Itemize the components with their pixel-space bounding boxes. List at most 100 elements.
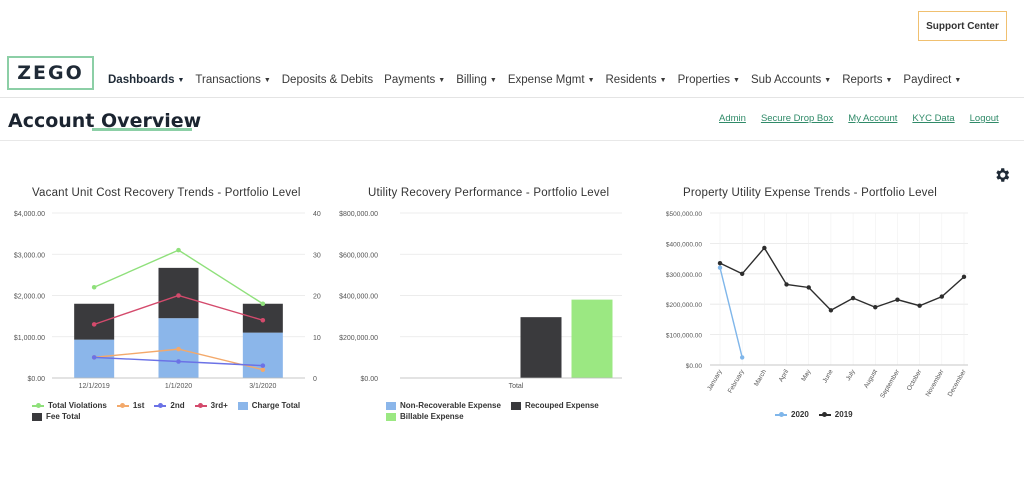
caret-down-icon: ▼ (438, 76, 446, 84)
nav-item-residents[interactable]: Residents ▼ (606, 74, 667, 86)
caret-down-icon: ▼ (733, 76, 740, 84)
y-tick-label: $3,000.00 (14, 252, 45, 259)
chart1-title: Vacant Unit Cost Recovery Trends - Portf… (32, 187, 301, 199)
legend-billable[interactable]: Billable Expense (386, 412, 464, 421)
link-secure-drop-box[interactable]: Secure Drop Box (761, 113, 833, 124)
legend-recouped[interactable]: Recouped Expense (510, 401, 599, 410)
y-tick-label: $600,000.00 (339, 252, 378, 259)
legend-total-violations[interactable]: Total Violations (32, 401, 107, 410)
caret-down-icon: ▼ (177, 76, 185, 84)
legend-2019[interactable]: 2019 (818, 410, 853, 419)
link-my-account[interactable]: My Account (848, 113, 897, 124)
y2-tick-label: 30 (313, 252, 321, 259)
nav-item-label: Residents (605, 74, 657, 86)
link-admin[interactable]: Admin (719, 113, 746, 124)
x-tick-label: April (778, 368, 791, 383)
caret-down-icon: ▼ (263, 76, 271, 84)
nav-item-transactions[interactable]: Transactions ▼ (195, 74, 270, 86)
x-tick-label: 12/1/2019 (79, 383, 110, 390)
link-logout[interactable]: Logout (970, 113, 999, 124)
y-tick-label: $300,000.00 (666, 272, 703, 279)
data-point (895, 297, 900, 302)
data-point (739, 355, 745, 360)
x-tick-label: May (800, 368, 813, 383)
data-point (739, 271, 745, 276)
caret-down-icon: ▼ (824, 76, 832, 84)
nav-item-paydirect[interactable]: Paydirect ▼ (903, 74, 961, 86)
series-line-2020 (719, 267, 743, 358)
header-divider (0, 140, 1024, 141)
link-kyc-data[interactable]: KYC Data (912, 113, 954, 124)
legend-3rd-plus[interactable]: 3rd+ (194, 401, 228, 410)
data-point (762, 245, 767, 251)
caret-down-icon: ▼ (885, 76, 893, 84)
zego-logo[interactable]: ZEGO (7, 56, 94, 90)
data-point (91, 322, 97, 327)
nav-item-dashboards[interactable]: Dashboards ▼ (108, 74, 184, 86)
data-point (806, 285, 811, 290)
data-point (260, 367, 266, 373)
x-tick-label: January (706, 368, 724, 392)
x-tick-label: 1/1/2020 (165, 383, 192, 390)
x-tick-label: October (906, 368, 924, 392)
bar-billable-expense (571, 299, 613, 378)
nav-item-label: Expense Mgmt (507, 74, 585, 86)
data-point (717, 265, 723, 270)
nav-item-billing[interactable]: Billing ▼ (456, 74, 497, 86)
chart2-title: Utility Recovery Performance - Portfolio… (368, 187, 610, 199)
nav-item-expense-mgmt[interactable]: Expense Mgmt ▼ (508, 74, 595, 86)
chart3-legend: 2020 2019 (775, 410, 863, 421)
legend-1st[interactable]: 1st (116, 401, 144, 410)
nav-item-label: Reports (842, 74, 883, 86)
utility-expense-chart: $0.00 $100,000.00 $200,000.00 $300,000.00 $4… (666, 211, 968, 400)
legend-fee-total[interactable]: Fee Total (32, 412, 81, 421)
nav-item-label: Billing (456, 74, 487, 86)
data-point (784, 282, 789, 287)
y2-tick-label: 20 (313, 294, 321, 301)
data-point (850, 295, 856, 301)
caret-down-icon: ▼ (954, 76, 962, 84)
legend-charge-total[interactable]: Charge Total (237, 401, 300, 410)
nav-item-label: Paydirect (903, 74, 952, 86)
series-line-2019 (719, 246, 965, 312)
legend-non-recoverable[interactable]: Non-Recoverable Expense (386, 401, 501, 410)
chart1-legend: Total Violations 1st 2nd 3rd+ Charge Tot… (32, 401, 310, 423)
data-point (961, 274, 967, 280)
y-tick-label: $400,000.00 (339, 294, 378, 301)
data-point (260, 317, 266, 323)
main-nav: Dashboards ▼ Transactions ▼ Deposits & Debit… (108, 74, 972, 86)
nav-divider (0, 97, 1024, 98)
nav-item-label: Payments (384, 74, 436, 86)
data-point (260, 301, 266, 307)
data-point (176, 346, 181, 352)
y-tick-label: $0.00 (360, 376, 378, 383)
nav-item-reports[interactable]: Reports ▼ (842, 74, 892, 86)
chart2-legend: Non-Recoverable Expense Recouped Expense… (386, 401, 609, 423)
gear-icon[interactable] (993, 166, 1011, 184)
bar-fee-total (74, 303, 115, 340)
account-links: Admin Secure Drop Box My Account KYC Data Lo… (719, 113, 1014, 124)
legend-2020[interactable]: 2020 (775, 410, 809, 419)
data-point (176, 247, 181, 253)
y-tick-label: $1,000.00 (14, 335, 45, 342)
data-point (260, 363, 266, 368)
data-point (939, 294, 945, 299)
legend-2nd[interactable]: 2nd (154, 401, 185, 410)
nav-item-payments[interactable]: Payments ▼ (384, 74, 445, 86)
bar-fee-total (158, 267, 199, 319)
y-tick-label: $500,000.00 (666, 211, 703, 218)
data-point (828, 308, 834, 313)
data-point (176, 359, 181, 364)
nav-item-properties[interactable]: Properties ▼ (678, 74, 740, 86)
data-point (91, 284, 97, 290)
nav-item-sub-accounts[interactable]: Sub Accounts ▼ (751, 74, 831, 86)
x-tick-label: Total (509, 383, 524, 390)
caret-down-icon: ▼ (489, 76, 497, 84)
utility-recovery-chart: $0.00 $200,000.00 $400,000.00 $600,000.00 $8… (339, 211, 622, 390)
nav-item-label: Dashboards (108, 74, 175, 86)
nav-item-deposits-debits[interactable]: Deposits & Debits (282, 74, 373, 86)
title-underline (92, 128, 192, 131)
support-center-button[interactable]: Support Center (918, 11, 1007, 41)
x-tick-label: February (727, 368, 746, 395)
nav-item-label: Sub Accounts (750, 74, 822, 86)
